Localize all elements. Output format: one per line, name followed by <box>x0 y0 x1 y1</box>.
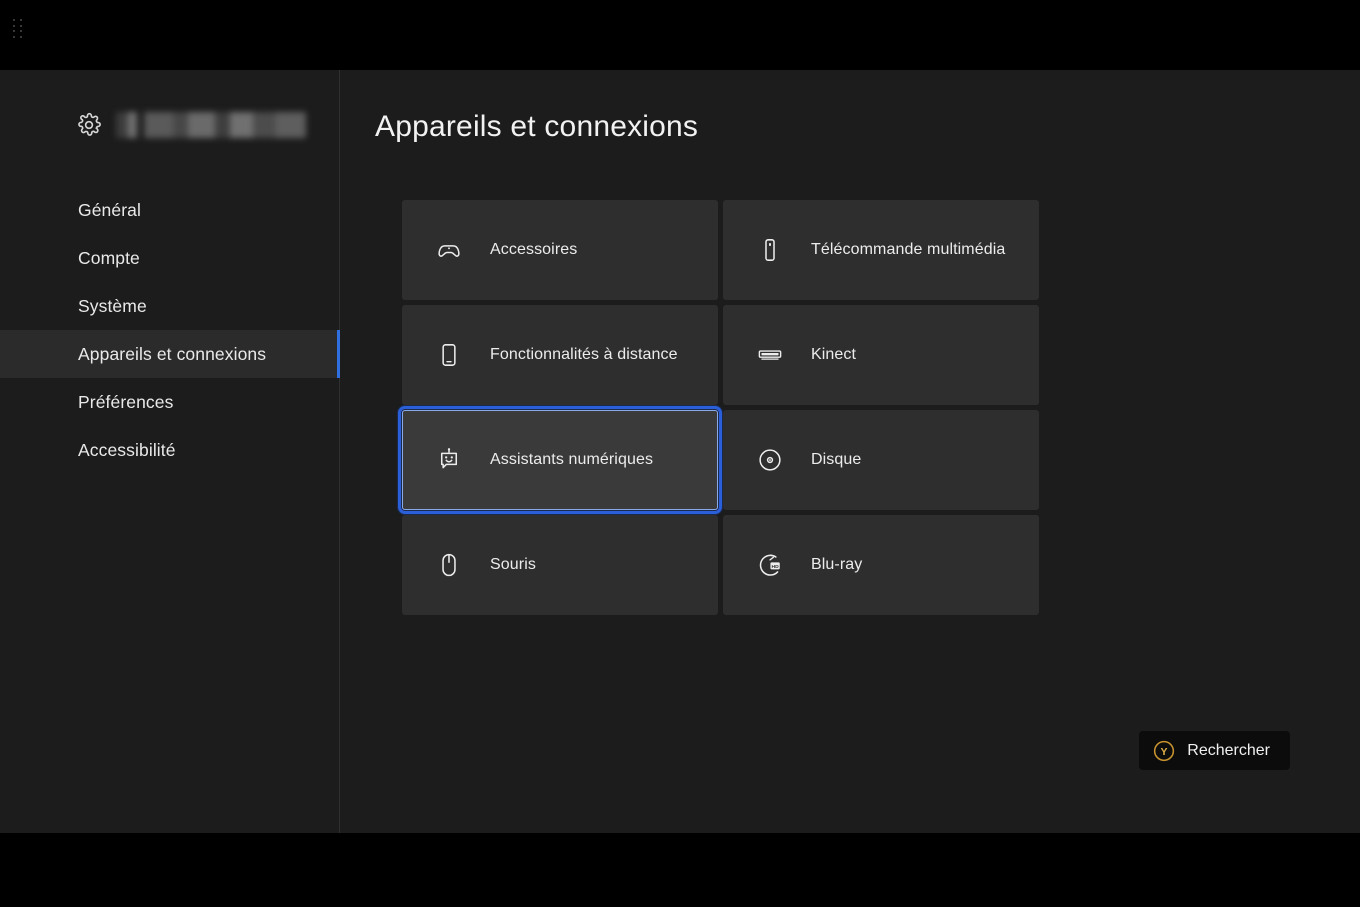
sidebar: Général Compte Système Appareils et conn… <box>0 70 340 833</box>
sidebar-item-appareils-et-connexions[interactable]: Appareils et connexions <box>0 330 340 378</box>
page-title: Appareils et connexions <box>375 110 699 143</box>
search-button-label: Rechercher <box>1187 741 1270 759</box>
tile-souris[interactable]: Souris <box>402 515 718 615</box>
tile-label: Fonctionnalités à distance <box>490 346 678 364</box>
sidebar-item-label: Accessibilité <box>78 439 176 460</box>
account-header[interactable] <box>0 70 339 138</box>
kinect-icon <box>757 342 783 368</box>
sidebar-nav: Général Compte Système Appareils et conn… <box>0 186 340 474</box>
sidebar-item-general[interactable]: Général <box>0 186 339 234</box>
top-letterbox-bar <box>0 0 1360 70</box>
robot-icon <box>436 447 462 473</box>
svg-text:Y: Y <box>1161 745 1168 757</box>
disc-icon <box>757 447 783 473</box>
xbox-settings-screen: Général Compte Système Appareils et conn… <box>0 0 1360 907</box>
sidebar-item-accessibilite[interactable]: Accessibilité <box>0 426 339 474</box>
tile-label: Disque <box>811 451 862 469</box>
app-body: Général Compte Système Appareils et conn… <box>0 70 1360 833</box>
search-button[interactable]: Y Rechercher <box>1139 731 1290 770</box>
tile-label: Kinect <box>811 346 857 364</box>
sidebar-item-preferences[interactable]: Préférences <box>0 378 339 426</box>
controller-icon <box>436 237 462 263</box>
bluray-icon: HD <box>757 552 783 578</box>
account-gamertag-redacted <box>116 112 306 138</box>
sidebar-item-label: Général <box>78 199 141 220</box>
sidebar-item-label: Compte <box>78 247 140 268</box>
tile-assistants-numeriques[interactable]: Assistants numériques <box>398 406 722 514</box>
bottom-letterbox-bar <box>0 833 1360 907</box>
tile-disque[interactable]: Disque <box>723 410 1039 510</box>
drag-dots-icon[interactable] <box>13 19 25 39</box>
tile-telecommande-multimedia[interactable]: Télécommande multimédia <box>723 200 1039 300</box>
tile-label: Blu-ray <box>811 556 863 574</box>
svg-text:HD: HD <box>771 564 779 570</box>
sidebar-item-label: Système <box>78 295 147 316</box>
y-button-icon: Y <box>1153 740 1175 762</box>
tile-fonctionnalites-a-distance[interactable]: Fonctionnalités à distance <box>402 305 718 405</box>
tile-accessoires[interactable]: Accessoires <box>402 200 718 300</box>
sidebar-item-label: Préférences <box>78 391 174 412</box>
remote-icon <box>757 237 783 263</box>
tile-label: Souris <box>490 556 536 574</box>
sidebar-item-systeme[interactable]: Système <box>0 282 339 330</box>
tile-label: Accessoires <box>490 241 578 259</box>
device-tile-grid: Accessoires Télécommande multimédia Fonc… <box>398 200 1039 615</box>
sidebar-item-label: Appareils et connexions <box>78 343 267 364</box>
sidebar-item-compte[interactable]: Compte <box>0 234 339 282</box>
tile-label: Assistants numériques <box>490 451 654 469</box>
content-pane: Appareils et connexions Accessoires Télé… <box>340 70 1360 833</box>
tile-label: Télécommande multimédia <box>811 241 1006 259</box>
tile-blu-ray[interactable]: HD Blu-ray <box>723 515 1039 615</box>
gear-icon <box>76 112 102 138</box>
mouse-icon <box>436 552 462 578</box>
phone-icon <box>436 342 462 368</box>
tile-kinect[interactable]: Kinect <box>723 305 1039 405</box>
